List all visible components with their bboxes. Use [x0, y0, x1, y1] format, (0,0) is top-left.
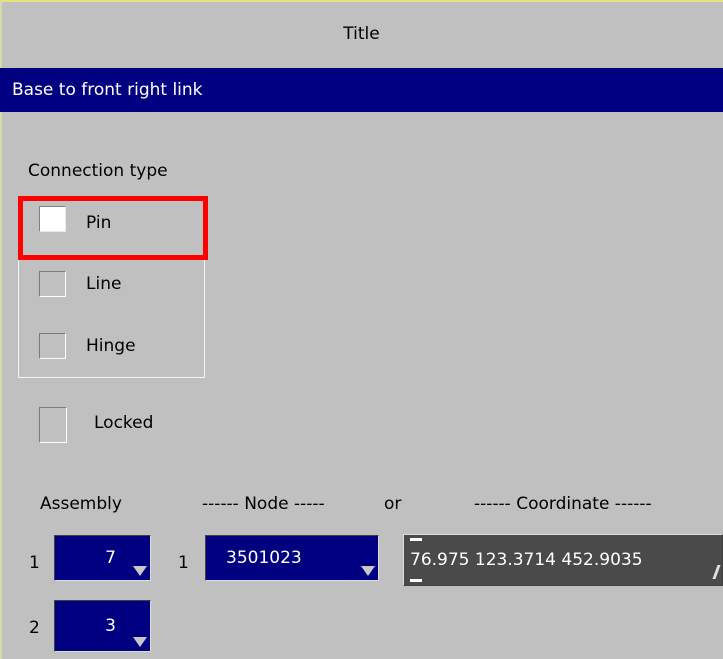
text-cursor-top	[410, 538, 422, 541]
title-header-label: Title	[343, 24, 380, 44]
coordinate-field-1-value: 76.975 123.3714 452.9035	[410, 550, 643, 570]
coordinate-field-1[interactable]: 76.975 123.3714 452.9035	[403, 534, 723, 586]
locked-label[interactable]: Locked	[94, 413, 153, 433]
coordinate-column-header: ------ Coordinate ------	[474, 494, 652, 514]
node-row-index: 1	[178, 553, 189, 573]
assembly-dropdown-2-value: 3	[105, 616, 116, 636]
dropdown-arrow-icon	[133, 566, 147, 576]
text-cursor-bottom	[410, 579, 422, 582]
or-label: or	[384, 494, 402, 514]
assembly-dropdown-1-value: 7	[105, 548, 116, 568]
connection-type-label: Connection type	[28, 161, 168, 181]
assembly-column-header: Assembly	[40, 494, 122, 514]
dropdown-arrow-icon	[361, 566, 375, 576]
line-label[interactable]: Line	[86, 274, 121, 294]
pin-highlight-frame	[18, 196, 208, 260]
line-checkbox[interactable]	[39, 271, 66, 297]
row-index: 1	[29, 553, 40, 573]
title-input-value: Base to front right link	[12, 80, 203, 100]
coordinate-picker-icon	[704, 565, 721, 579]
hinge-checkbox[interactable]	[39, 333, 66, 359]
node-dropdown-1[interactable]: 3501023	[205, 535, 379, 581]
locked-checkbox[interactable]	[39, 407, 67, 443]
title-column-header: Title	[0, 2, 723, 66]
assembly-dropdown-1[interactable]: 7	[54, 535, 151, 581]
node-column-header: ------ Node -----	[202, 494, 325, 514]
dropdown-arrow-icon	[133, 637, 147, 647]
node-dropdown-1-value: 3501023	[226, 548, 302, 568]
hinge-label[interactable]: Hinge	[86, 336, 136, 356]
title-input[interactable]: Base to front right link	[0, 68, 723, 112]
assembly-dropdown-2[interactable]: 3	[54, 600, 151, 652]
row-index: 2	[29, 618, 40, 638]
